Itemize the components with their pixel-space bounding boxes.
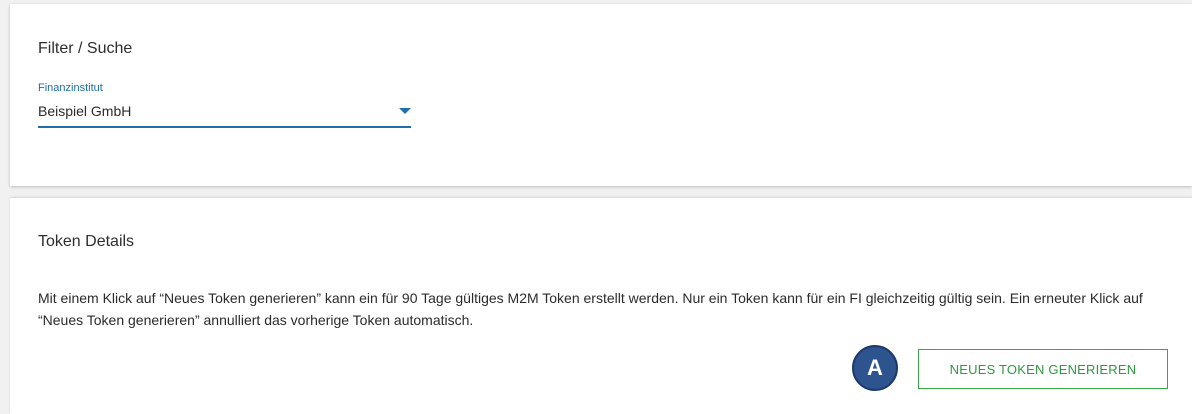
filter-title: Filter / Suche [38,40,133,57]
caret-down-icon[interactable] [399,108,411,114]
select-underline [38,126,411,128]
token-card: Token Details Mit einem Klick auf “Neues… [10,198,1192,414]
filter-card: Filter / Suche Finanzinstitut Beispiel G… [10,4,1192,186]
finanzinstitut-label: Finanzinstitut [38,82,103,94]
token-title: Token Details [38,233,135,250]
annotation-badge: A [852,345,898,391]
finanzinstitut-select[interactable]: Finanzinstitut Beispiel GmbH [38,82,411,130]
token-description: Mit einem Klick auf “Neues Token generie… [38,290,1143,328]
finanzinstitut-value: Beispiel GmbH [38,103,132,119]
generate-token-button[interactable]: NEUES TOKEN GENERIEREN [918,349,1168,389]
page: Filter / Suche Finanzinstitut Beispiel G… [0,0,1192,414]
